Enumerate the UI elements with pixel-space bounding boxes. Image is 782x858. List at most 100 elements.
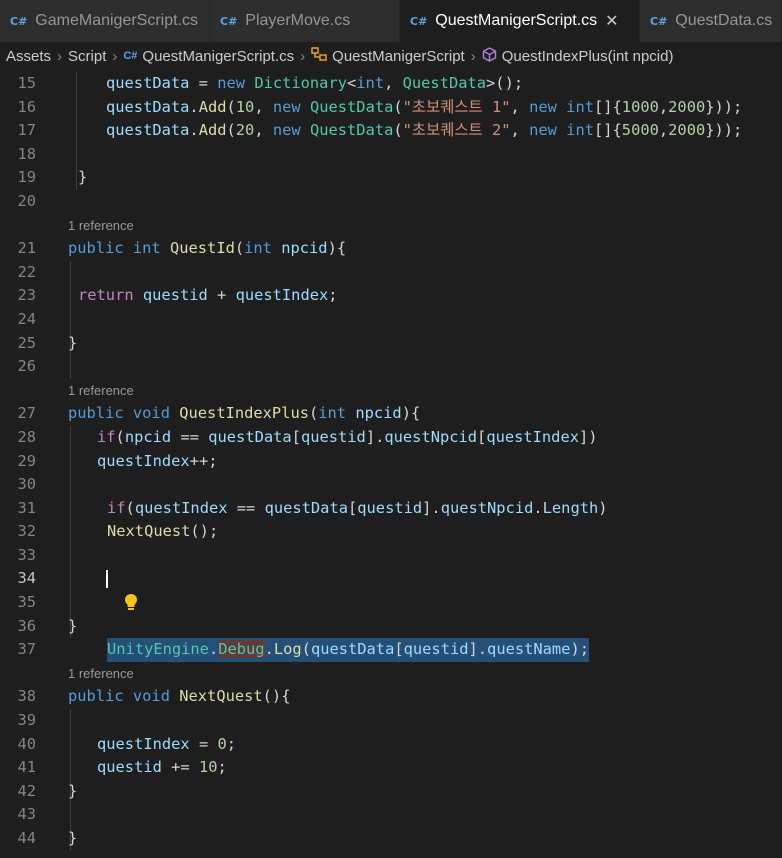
code-line[interactable]: 31 if(questIndex == questData[questid].qu…	[0, 497, 782, 521]
line-number: 33	[17, 545, 36, 564]
code-line[interactable]: 15 questData = new Dictionary<int, QuestD…	[0, 72, 782, 96]
line-code: NextQuest();	[107, 522, 219, 541]
codelens-reference[interactable]: 1 reference	[0, 662, 782, 686]
line-number: 32	[17, 522, 36, 541]
line-number: 44	[17, 829, 36, 847]
text-cursor	[106, 570, 108, 589]
code-line[interactable]: 28 if(npcid == questData[questid].questNp…	[0, 426, 782, 450]
line-number: 41	[17, 758, 36, 777]
line-code: questIndex = 0;	[97, 734, 237, 753]
code-line[interactable]: 21 public int QuestId(int npcid){	[0, 237, 782, 261]
breadcrumb: Assets › Script › C# QuestManigerScript.…	[0, 42, 782, 70]
tab-questdata[interactable]: C# QuestData.cs	[640, 0, 782, 42]
code-line[interactable]: 22	[0, 261, 782, 285]
line-number: 40	[17, 734, 36, 753]
breadcrumb-assets[interactable]: Assets	[6, 48, 51, 65]
line-code: public void QuestIndexPlus(int npcid){	[68, 404, 421, 423]
line-number: 18	[17, 144, 36, 163]
tab-label: QuestData.cs	[675, 12, 773, 29]
line-number: 25	[17, 333, 36, 352]
breadcrumb-method[interactable]: QuestIndexPlus(int npcid)	[502, 48, 674, 65]
code-line[interactable]: 39	[0, 709, 782, 733]
code-editor[interactable]: 15 questData = new Dictionary<int, QuestD…	[0, 72, 782, 851]
code-line[interactable]: 36}	[0, 615, 782, 639]
csharp-file-icon: C#	[220, 14, 238, 28]
breadcrumb-class[interactable]: QuestManigerScript	[332, 48, 465, 65]
code-line[interactable]: 44}	[0, 827, 782, 851]
line-number: 22	[17, 262, 36, 281]
line-number: 35	[17, 593, 36, 612]
code-line[interactable]: 41 questid += 10;	[0, 756, 782, 780]
codelens-reference[interactable]: 1 reference	[0, 379, 782, 403]
line-code: }	[68, 781, 78, 800]
line-number: 26	[17, 357, 36, 376]
code-line[interactable]: 43	[0, 803, 782, 827]
code-line[interactable]: 33	[0, 544, 782, 568]
code-line[interactable]: 42}	[0, 780, 782, 804]
line-number: 28	[17, 427, 36, 446]
line-number: 16	[17, 97, 36, 116]
csharp-file-icon: C#	[650, 14, 668, 28]
line-code: }	[78, 168, 88, 187]
class-icon	[311, 47, 327, 65]
line-code: if(npcid == questData[questid].questNpci…	[97, 427, 598, 446]
line-code: }	[68, 829, 78, 847]
line-number: 24	[17, 309, 36, 328]
line-code: questData.Add(20, new QuestData("초보퀘스트 2…	[106, 121, 743, 140]
line-number: 23	[17, 286, 36, 305]
code-line[interactable]: 18	[0, 143, 782, 167]
csharp-file-icon: C#	[410, 14, 428, 28]
line-number: 38	[17, 687, 36, 706]
line-number: 20	[17, 191, 36, 210]
line-number: 31	[17, 498, 36, 517]
code-line[interactable]: 20	[0, 190, 782, 214]
editor-tab-bar: C# GameManigerScript.cs C# PlayerMove.cs…	[0, 0, 782, 42]
code-line[interactable]: 26	[0, 355, 782, 379]
chevron-right-icon: ›	[112, 47, 118, 65]
line-number: 34	[17, 569, 36, 588]
line-code: questData = new Dictionary<int, QuestDat…	[106, 74, 524, 92]
code-line[interactable]: 30	[0, 473, 782, 497]
code-line[interactable]: 38 public void NextQuest(){	[0, 685, 782, 709]
code-line[interactable]: 16 questData.Add(10, new QuestData("초보퀘스트…	[0, 96, 782, 120]
line-number: 43	[17, 805, 36, 824]
code-line-current[interactable]: 34 UnityEngine.Debug.Log(questData[quest…	[0, 567, 782, 662]
line-number: 42	[17, 781, 36, 800]
line-code: public int QuestId(int npcid){	[68, 239, 347, 258]
code-line[interactable]: 37	[0, 638, 782, 662]
line-number: 19	[17, 168, 36, 187]
tab-label: GameManigerScript.cs	[35, 12, 199, 29]
line-code: if(questIndex == questData[questid].ques…	[107, 498, 608, 517]
code-line[interactable]: 32 NextQuest();	[0, 520, 782, 544]
line-code: questData.Add(10, new QuestData("초보퀘스트 1…	[106, 97, 743, 116]
csharp-file-icon: C#	[10, 14, 28, 28]
close-icon[interactable]: ✕	[605, 11, 618, 31]
line-number: 27	[17, 404, 36, 423]
line-number: 36	[17, 616, 36, 635]
breadcrumb-file[interactable]: QuestManigerScript.cs	[142, 48, 294, 65]
code-line[interactable]: 40 questIndex = 0;	[0, 733, 782, 757]
tab-questmaniger-script[interactable]: C# QuestManigerScript.cs ✕	[400, 0, 640, 42]
chevron-right-icon: ›	[57, 47, 63, 65]
line-code: return questid + questIndex;	[78, 286, 338, 305]
code-line[interactable]: 17 questData.Add(20, new QuestData("초보퀘스트…	[0, 119, 782, 143]
codelens-reference[interactable]: 1 reference	[0, 214, 782, 238]
code-line[interactable]: 25}	[0, 332, 782, 356]
code-line[interactable]: 35	[0, 591, 782, 615]
code-line[interactable]: 24	[0, 308, 782, 332]
code-line[interactable]: 27 public void QuestIndexPlus(int npcid){	[0, 402, 782, 426]
tab-playermove[interactable]: C# PlayerMove.cs	[210, 0, 400, 42]
line-number: 29	[17, 451, 36, 470]
line-code: public void NextQuest(){	[68, 687, 291, 706]
line-number: 15	[17, 74, 36, 92]
line-number: 21	[17, 239, 36, 258]
code-line[interactable]: 29 questIndex++;	[0, 450, 782, 474]
tab-label: PlayerMove.cs	[245, 12, 351, 29]
csharp-file-icon: C#	[123, 50, 138, 62]
breadcrumb-script[interactable]: Script	[68, 48, 106, 65]
line-code: questIndex++;	[97, 451, 218, 470]
tab-gamemaniger-script[interactable]: C# GameManigerScript.cs	[0, 0, 210, 42]
line-code: questid += 10;	[97, 758, 227, 777]
code-line[interactable]: 19}	[0, 166, 782, 190]
code-line[interactable]: 23 return questid + questIndex;	[0, 284, 782, 308]
